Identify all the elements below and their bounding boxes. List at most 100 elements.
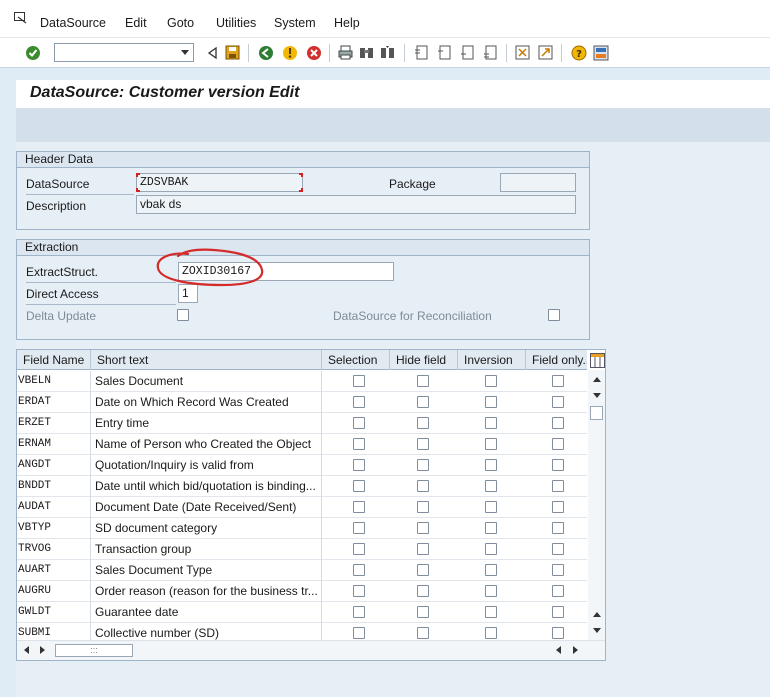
table-row[interactable]: ANGDT Quotation/Inquiry is valid from bbox=[17, 455, 587, 476]
field-only-checkbox[interactable] bbox=[552, 438, 564, 450]
selection-checkbox[interactable] bbox=[353, 375, 365, 387]
selection-checkbox[interactable] bbox=[353, 585, 365, 597]
previous-page-button[interactable] bbox=[436, 44, 453, 61]
vertical-scrollbar[interactable] bbox=[588, 370, 605, 640]
inversion-checkbox[interactable] bbox=[485, 375, 497, 387]
inversion-checkbox[interactable] bbox=[485, 606, 497, 618]
find-next-button[interactable] bbox=[379, 44, 396, 61]
table-row[interactable]: AUGRU Order reason (reason for the busine… bbox=[17, 581, 587, 602]
package-field[interactable] bbox=[500, 173, 576, 192]
table-row[interactable]: GWLDT Guarantee date bbox=[17, 602, 587, 623]
inversion-checkbox[interactable] bbox=[485, 459, 497, 471]
inversion-checkbox[interactable] bbox=[485, 522, 497, 534]
reconciliation-checkbox[interactable] bbox=[548, 309, 560, 321]
menu-help[interactable]: Help bbox=[334, 16, 360, 30]
save-button[interactable] bbox=[224, 44, 241, 61]
hide-field-checkbox[interactable] bbox=[417, 375, 429, 387]
hide-field-checkbox[interactable] bbox=[417, 438, 429, 450]
field-only-checkbox[interactable] bbox=[552, 459, 564, 471]
hide-field-checkbox[interactable] bbox=[417, 480, 429, 492]
inversion-checkbox[interactable] bbox=[485, 543, 497, 555]
hide-field-checkbox[interactable] bbox=[417, 459, 429, 471]
help-button[interactable]: ? bbox=[570, 44, 587, 61]
scroll-down-bottom-icon[interactable] bbox=[590, 623, 604, 637]
hide-field-checkbox[interactable] bbox=[417, 564, 429, 576]
next-page-button[interactable] bbox=[459, 44, 476, 61]
menu-goto[interactable]: Goto bbox=[167, 16, 194, 30]
enter-button[interactable] bbox=[24, 44, 41, 61]
datasource-field[interactable]: ZDSVBAK bbox=[136, 173, 303, 192]
description-field[interactable]: vbak ds bbox=[136, 195, 576, 214]
field-only-checkbox[interactable] bbox=[552, 396, 564, 408]
back-arrow-button[interactable] bbox=[203, 44, 220, 61]
inversion-checkbox[interactable] bbox=[485, 627, 497, 639]
field-only-checkbox[interactable] bbox=[552, 417, 564, 429]
field-only-checkbox[interactable] bbox=[552, 480, 564, 492]
column-settings-button[interactable] bbox=[589, 352, 605, 368]
window-menu-icon[interactable] bbox=[14, 12, 28, 24]
command-field[interactable] bbox=[54, 43, 194, 62]
last-page-button[interactable] bbox=[482, 44, 499, 61]
hide-field-checkbox[interactable] bbox=[417, 522, 429, 534]
scroll-down-icon[interactable] bbox=[590, 388, 604, 402]
inversion-checkbox[interactable] bbox=[485, 396, 497, 408]
inversion-checkbox[interactable] bbox=[485, 564, 497, 576]
shortcut-button[interactable] bbox=[537, 44, 554, 61]
table-row[interactable]: ERDAT Date on Which Record Was Created bbox=[17, 392, 587, 413]
hide-field-checkbox[interactable] bbox=[417, 585, 429, 597]
menu-datasource[interactable]: DataSource bbox=[40, 16, 106, 30]
hscroll-thumb[interactable]: ::: bbox=[55, 644, 133, 657]
layout-menu-button[interactable] bbox=[592, 44, 609, 61]
selection-checkbox[interactable] bbox=[353, 543, 365, 555]
exit-button[interactable] bbox=[281, 44, 298, 61]
column-inversion[interactable]: Inversion bbox=[458, 350, 526, 370]
field-only-checkbox[interactable] bbox=[552, 606, 564, 618]
selection-checkbox[interactable] bbox=[353, 501, 365, 513]
hide-field-checkbox[interactable] bbox=[417, 606, 429, 618]
direct-access-field[interactable]: 1 bbox=[178, 284, 198, 303]
column-field-only[interactable]: Field only... bbox=[526, 350, 587, 370]
selection-checkbox[interactable] bbox=[353, 627, 365, 639]
field-only-checkbox[interactable] bbox=[552, 585, 564, 597]
field-only-checkbox[interactable] bbox=[552, 375, 564, 387]
horizontal-scrollbar[interactable]: ::: bbox=[17, 640, 605, 660]
selection-checkbox[interactable] bbox=[353, 564, 365, 576]
inversion-checkbox[interactable] bbox=[485, 501, 497, 513]
table-row[interactable]: ERNAM Name of Person who Created the Obje… bbox=[17, 434, 587, 455]
scroll-thumb[interactable] bbox=[590, 406, 603, 420]
scroll-right-small-icon[interactable] bbox=[35, 643, 49, 657]
scroll-right-icon[interactable] bbox=[568, 643, 582, 657]
field-only-checkbox[interactable] bbox=[552, 522, 564, 534]
column-field-name[interactable]: Field Name bbox=[17, 350, 91, 370]
first-page-button[interactable] bbox=[413, 44, 430, 61]
scroll-left-icon[interactable] bbox=[19, 643, 33, 657]
selection-checkbox[interactable] bbox=[353, 438, 365, 450]
column-hide-field[interactable]: Hide field bbox=[390, 350, 458, 370]
selection-checkbox[interactable] bbox=[353, 459, 365, 471]
new-session-button[interactable] bbox=[514, 44, 531, 61]
column-selection[interactable]: Selection bbox=[322, 350, 390, 370]
chevron-down-icon[interactable] bbox=[177, 44, 193, 61]
table-row[interactable]: VBELN Sales Document bbox=[17, 371, 587, 392]
back-button[interactable] bbox=[257, 44, 274, 61]
hide-field-checkbox[interactable] bbox=[417, 627, 429, 639]
inversion-checkbox[interactable] bbox=[485, 585, 497, 597]
find-button[interactable] bbox=[358, 44, 375, 61]
selection-checkbox[interactable] bbox=[353, 417, 365, 429]
delta-update-checkbox[interactable] bbox=[177, 309, 189, 321]
menu-utilities[interactable]: Utilities bbox=[216, 16, 256, 30]
table-row[interactable]: AUART Sales Document Type bbox=[17, 560, 587, 581]
scroll-up-bottom-icon[interactable] bbox=[590, 607, 604, 621]
cancel-button[interactable] bbox=[305, 44, 322, 61]
hide-field-checkbox[interactable] bbox=[417, 396, 429, 408]
field-only-checkbox[interactable] bbox=[552, 627, 564, 639]
inversion-checkbox[interactable] bbox=[485, 417, 497, 429]
menu-edit[interactable]: Edit bbox=[125, 16, 147, 30]
table-row[interactable]: VBTYP SD document category bbox=[17, 518, 587, 539]
column-short-text[interactable]: Short text bbox=[91, 350, 322, 370]
selection-checkbox[interactable] bbox=[353, 606, 365, 618]
scroll-left-end-icon[interactable] bbox=[551, 643, 565, 657]
selection-checkbox[interactable] bbox=[353, 522, 365, 534]
field-only-checkbox[interactable] bbox=[552, 501, 564, 513]
selection-checkbox[interactable] bbox=[353, 480, 365, 492]
